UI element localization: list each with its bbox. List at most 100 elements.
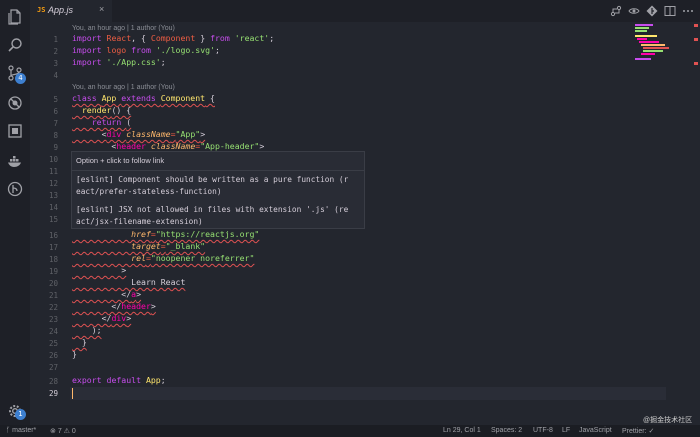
token: ; <box>214 45 220 55</box>
scrollbar-error-marker <box>694 24 698 27</box>
git-graph-icon[interactable] <box>646 5 658 17</box>
more-icon[interactable] <box>682 5 694 17</box>
token: ; <box>160 57 166 67</box>
line-number: 15 <box>48 215 58 224</box>
token: "https://reactjs.org" <box>155 229 260 239</box>
line-number: 19 <box>48 267 58 276</box>
line-number: 21 <box>48 291 58 300</box>
indentation[interactable]: Spaces: 2 <box>491 427 522 434</box>
token: } <box>195 33 211 43</box>
token: () { <box>111 105 132 115</box>
code-line-25[interactable]: } <box>72 336 87 348</box>
line-number: 24 <box>48 327 58 336</box>
code-line-24[interactable]: ); <box>72 324 102 336</box>
code-line-6[interactable]: render() { <box>72 104 131 116</box>
line-number: 11 <box>48 167 58 176</box>
line-number: 3 <box>53 59 58 68</box>
git-history-icon[interactable] <box>7 181 23 197</box>
prettier-status[interactable]: Prettier: ✓ <box>622 427 654 435</box>
line-number: 13 <box>48 191 58 200</box>
token: 'react' <box>234 33 270 43</box>
code-line-8[interactable]: <div className="App"> <box>72 128 206 140</box>
activity-bar: 4 1 <box>0 0 30 425</box>
minimap[interactable] <box>635 22 675 425</box>
code-line-28[interactable]: export default App; <box>72 374 166 386</box>
minimap-line <box>635 58 651 60</box>
line-number: 20 <box>48 279 58 288</box>
git-blame-annotation[interactable]: You, an hour ago | 1 author (You) <box>72 25 175 32</box>
code-line-21[interactable]: </a> <box>72 288 141 300</box>
code-line-23[interactable]: </div> <box>72 312 132 324</box>
line-number: 8 <box>53 131 58 140</box>
language-mode[interactable]: JavaScript <box>579 427 612 434</box>
line-number: 10 <box>48 155 58 164</box>
token: div <box>106 129 127 139</box>
code-line-18[interactable]: rel="noopener noreferrer" <box>72 252 254 264</box>
settings-badge: 1 <box>15 409 26 420</box>
close-icon[interactable]: × <box>99 4 104 14</box>
branch-item[interactable]: ᚶ master* <box>6 427 36 434</box>
token: } <box>72 349 77 359</box>
code-line-16[interactable]: href="https://reactjs.org" <box>72 228 259 240</box>
token: import <box>72 33 107 43</box>
token: "App" <box>175 129 201 139</box>
minimap-line <box>641 44 665 46</box>
token: './App.css' <box>106 57 161 67</box>
code-line-26[interactable]: } <box>72 348 77 360</box>
code-line-2[interactable]: import logo from './logo.svg'; <box>72 44 220 56</box>
token: header <box>121 301 151 311</box>
code-line-17[interactable]: target="_blank" <box>72 240 205 252</box>
line-number: 4 <box>53 71 58 80</box>
token: ; <box>269 33 275 43</box>
token: } <box>72 337 87 347</box>
line-number: 28 <box>48 377 58 386</box>
code-line-3[interactable]: import './App.css'; <box>72 56 166 68</box>
code-line-1[interactable]: import React, { Component } from 'react'… <box>72 32 274 44</box>
code-line-7[interactable]: return ( <box>72 116 131 128</box>
token: logo <box>106 45 132 55</box>
problems-item[interactable]: ⊗ 7 ⚠ 0 <box>50 427 76 435</box>
line-number: 1 <box>53 35 58 44</box>
vertical-scrollbar[interactable] <box>693 22 700 425</box>
files-icon[interactable] <box>7 9 23 25</box>
debug-icon[interactable] <box>7 95 23 111</box>
end-of-line[interactable]: LF <box>562 427 570 434</box>
token: href <box>72 229 151 239</box>
split-editor-icon[interactable] <box>664 5 676 17</box>
token: App <box>145 375 161 385</box>
open-changes-icon[interactable] <box>628 5 640 17</box>
token: ( <box>126 117 132 127</box>
line-number: 12 <box>48 179 58 188</box>
js-file-icon: JS <box>37 6 46 14</box>
minimap-line <box>637 38 647 40</box>
eslint-message-line: [eslint] Component should be written as … <box>76 175 349 184</box>
token: > <box>126 313 132 323</box>
line-number: 7 <box>53 119 58 128</box>
token: target <box>72 241 161 251</box>
cursor-position[interactable]: Ln 29, Col 1 <box>443 427 481 434</box>
tab-label: App.js <box>48 5 74 15</box>
token: import <box>72 57 107 67</box>
error-icon: ⊗ <box>50 428 58 435</box>
code-line-20[interactable]: Learn React <box>72 276 185 288</box>
eslint-message-line: [eslint] JSX not allowed in files with e… <box>76 205 349 214</box>
tab-app-js[interactable]: JS App.js × <box>30 0 112 22</box>
minimap-line <box>635 24 653 26</box>
code-line-19[interactable]: > <box>72 264 126 276</box>
minimap-line <box>639 41 659 43</box>
git-blame-annotation[interactable]: You, an hour ago | 1 author (You) <box>72 84 175 91</box>
token: className <box>126 129 171 139</box>
token: </ <box>72 289 132 299</box>
search-icon[interactable] <box>7 37 23 53</box>
encoding[interactable]: UTF-8 <box>533 427 553 434</box>
code-line-22[interactable]: </header> <box>72 300 155 312</box>
minimap-line <box>635 35 657 37</box>
git-compare-icon[interactable] <box>610 5 622 17</box>
code-line-5[interactable]: class App extends Component { <box>72 92 215 104</box>
token: div <box>111 313 127 323</box>
line-number: 14 <box>48 203 58 212</box>
docker-icon[interactable] <box>7 153 23 169</box>
token: "noopener noreferrer" <box>150 253 255 263</box>
scrollbar-error-marker <box>694 38 698 41</box>
extensions-icon[interactable] <box>7 123 23 139</box>
